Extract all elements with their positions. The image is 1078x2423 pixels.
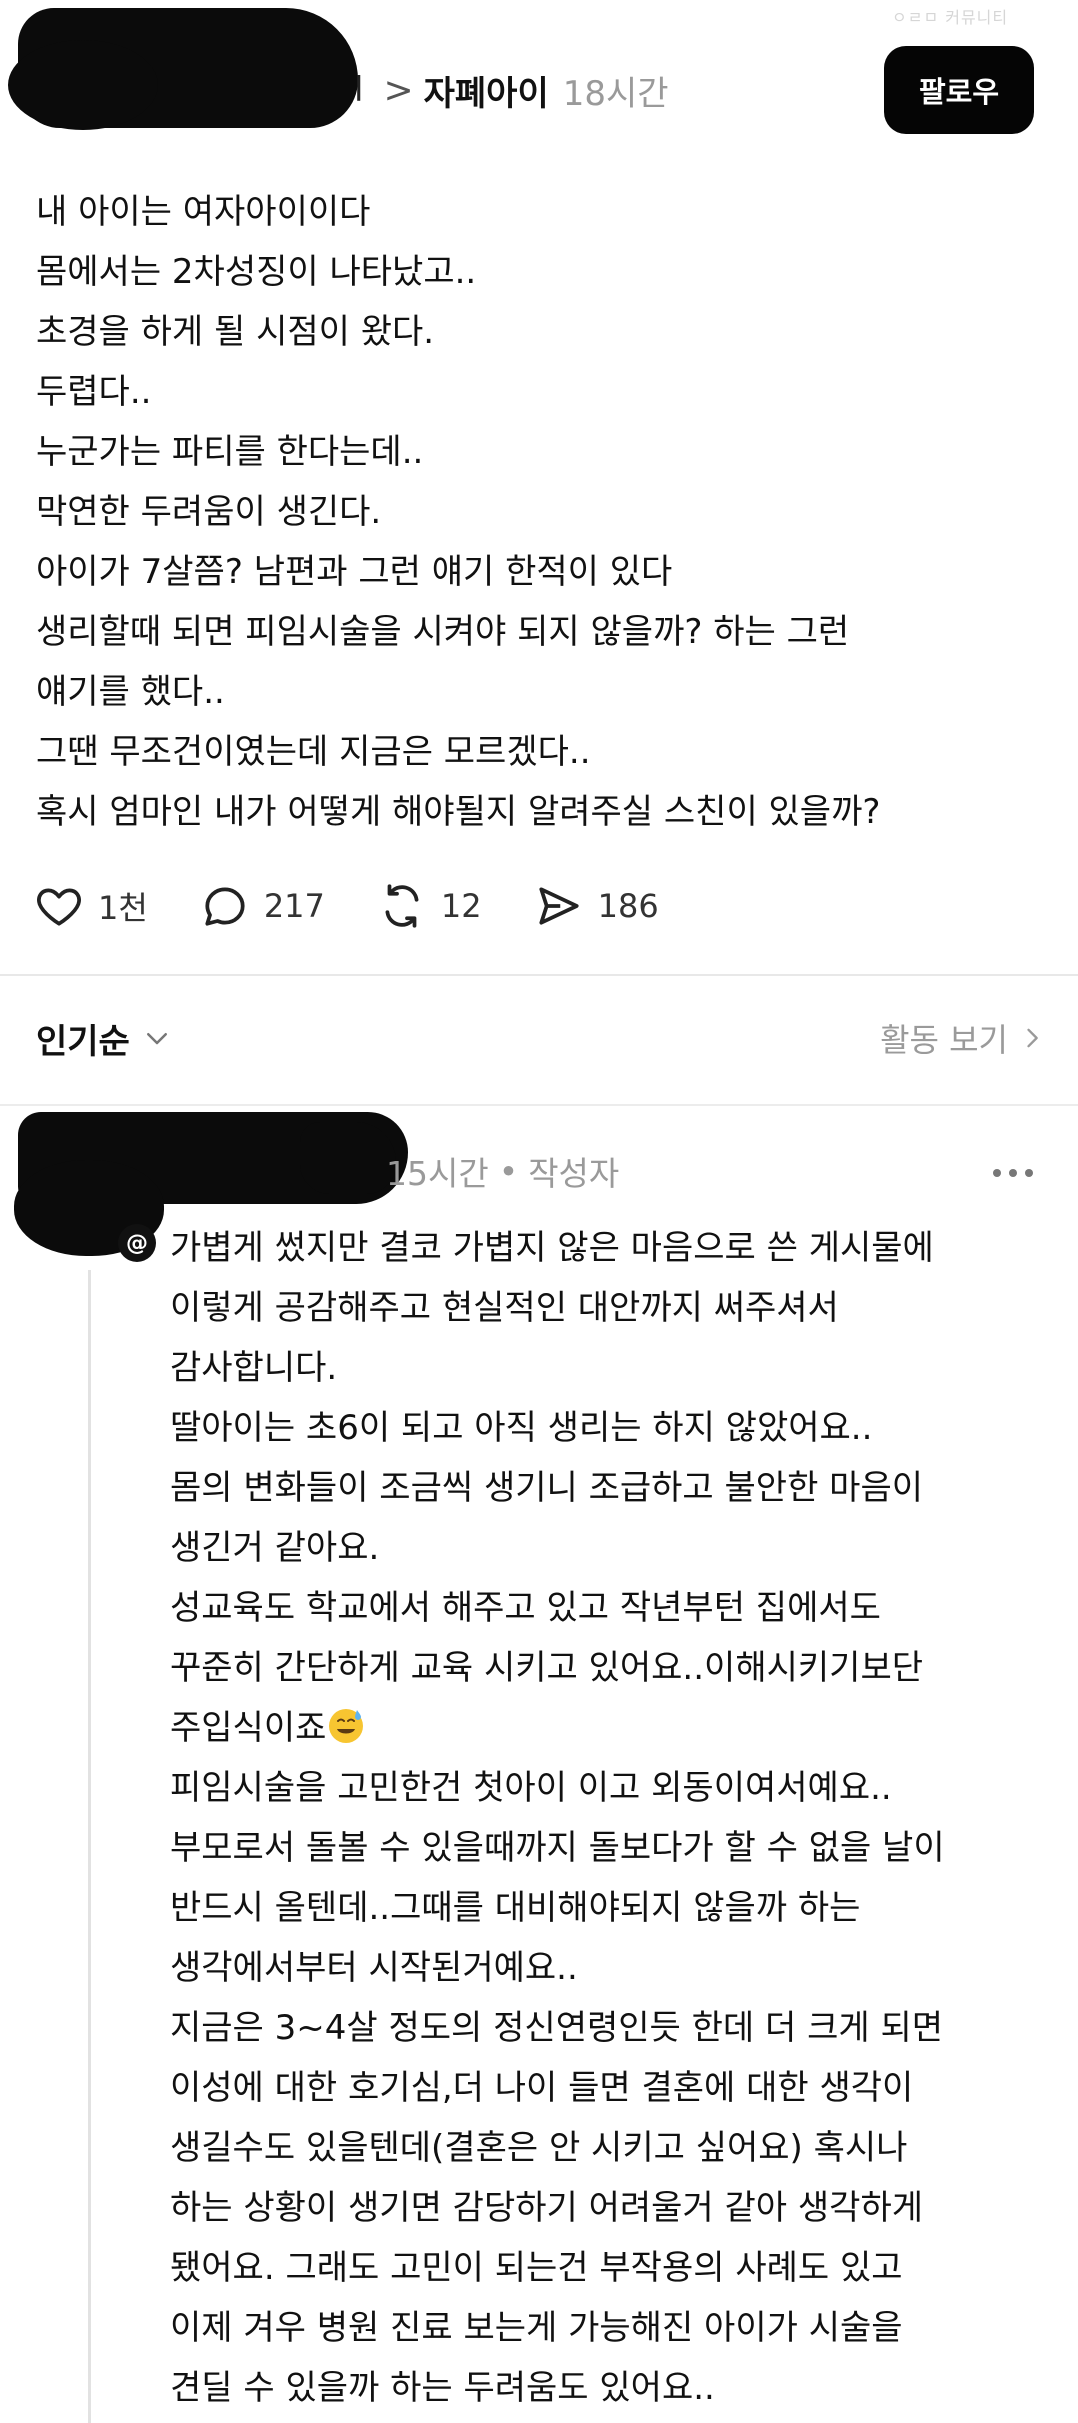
reply-line: 감사합니다. <box>170 1348 338 1388</box>
repost-count: 12 <box>440 887 482 925</box>
reply-line: 성교육도 학교에서 해주고 있고 작년부턴 집에서도 <box>170 1588 881 1628</box>
reply-line: 주입식이죠 <box>170 1708 327 1748</box>
post-time: 18시간 <box>562 73 669 114</box>
post-line: 막연한 두려움이 생긴다. <box>36 492 382 532</box>
post-header: l > 자폐아이 18시간 <box>354 60 669 120</box>
chevron-down-icon[interactable] <box>142 1023 172 1053</box>
activity-label: 활동 보기 <box>880 1021 1008 1059</box>
post-line: 누군가는 파티를 한다는데.. <box>36 432 424 472</box>
reply-line: 반드시 올텐데..그때를 대비해야되지 않을까 하는 <box>170 1888 861 1928</box>
reply-line: 피임시술을 고민한건 첫아이 이고 외동이여서예요.. <box>170 1768 892 1808</box>
like-button[interactable]: 1천 <box>34 881 148 931</box>
post-line: 얘기를 했다.. <box>36 672 225 712</box>
reply-line: 하는 상황이 생기면 감당하기 어려울거 같아 생각하게 <box>170 2188 924 2228</box>
sweat-smile-emoji-icon <box>329 1709 364 1743</box>
more-options-icon[interactable] <box>988 1160 1038 1186</box>
reply-meta: 15시간 • 작성자 <box>386 1146 619 1196</box>
reply-line: 생긴거 같아요. <box>170 1528 380 1568</box>
threads-logo-icon: @ <box>118 1224 156 1262</box>
post-line: 아이가 7살쯤? 남편과 그런 얘기 한적이 있다 <box>36 552 673 592</box>
community-name[interactable]: 자폐아이 <box>424 66 549 115</box>
post-line: 내 아이는 여자아이이다 <box>36 192 371 232</box>
meta-separator: • <box>498 1151 519 1191</box>
activity-link[interactable]: 활동 보기 <box>880 1015 1046 1061</box>
reply-line: 생길수도 있을텐데(결혼은 안 시키고 싶어요) 혹시나 <box>170 2128 908 2168</box>
comment-bubble-icon <box>205 887 245 926</box>
author-badge: 작성자 <box>528 1154 620 1193</box>
chevron-right-icon <box>1027 1028 1038 1048</box>
reply-line: 부모로서 돌볼 수 있을때까지 돌보다가 할 수 없을 날이 <box>170 1828 945 1868</box>
post-line: 몸에서는 2차성징이 나타났고.. <box>36 252 477 292</box>
reply-line: 딸아이는 초6이 되고 아직 생리는 하지 않았어요.. <box>170 1408 873 1448</box>
follow-button[interactable]: 팔로우 <box>884 46 1034 134</box>
post-actions: 1천 217 12 186 <box>34 876 711 936</box>
post-line: 생리할때 되면 피임시술을 시켜야 되지 않을까? 하는 그런 <box>36 612 850 652</box>
repost-icon <box>385 884 419 928</box>
share-count: 186 <box>597 887 659 925</box>
reply-line: 견딜 수 있을까 하는 두려움도 있어요.. <box>170 2368 715 2408</box>
post-line: 그땐 무조건이였는데 지금은 모르겠다.. <box>36 732 591 772</box>
reply-line: 생각에서부터 시작된거예요.. <box>170 1948 578 1988</box>
thread-line <box>88 1270 91 2423</box>
heart-icon <box>37 888 81 926</box>
redacted-author-avatar-part <box>8 40 158 130</box>
reply-line: 됐어요. 그래도 고민이 되는건 부작용의 사례도 있고 <box>170 2248 903 2288</box>
reply-line: 지금은 3~4살 정도의 정신연령인듯 한데 더 크게 되면 <box>170 2008 944 2048</box>
reply-line: 몸의 변화들이 조금씩 생기니 조급하고 불안한 마음이 <box>170 1468 924 1508</box>
like-count: 1천 <box>98 889 148 927</box>
reply-line-with-emoji: 주입식이죠 <box>170 1698 1070 1758</box>
reply-body: 가볍게 썼지만 결코 가볍지 않은 마음으로 쓴 게시물에 이렇게 공감해주고 … <box>170 1218 1070 2418</box>
reply-line: 이제 겨우 병원 진료 보는게 가능해진 아이가 시술을 <box>170 2308 903 2348</box>
comment-button[interactable]: 217 <box>200 881 325 931</box>
share-button[interactable]: 186 <box>534 881 659 931</box>
reply-line: 가볍게 썼지만 결코 가볍지 않은 마음으로 쓴 게시물에 <box>170 1228 934 1268</box>
reply-line: 이렇게 공감해주고 현실적인 대안까지 써주셔서 <box>170 1288 839 1328</box>
chevron-right-icon: > <box>383 69 414 111</box>
send-icon <box>539 887 579 925</box>
divider <box>0 974 1078 976</box>
post-body: 내 아이는 여자아이이다 몸에서는 2차성징이 나타났고.. 초경을 하게 될 … <box>36 182 1056 842</box>
post-line: 혹시 엄마인 내가 어떻게 해야될지 알려주실 스친이 있을까? <box>36 792 881 832</box>
redacted-reply-name <box>300 1122 396 1194</box>
comment-count: 217 <box>263 887 325 925</box>
reply-line: 꾸준히 간단하게 교육 시키고 있어요..이해시키기보단 <box>170 1648 924 1688</box>
sort-bar: 인기순 활동 보기 <box>36 1008 1046 1068</box>
post-line: 두렵다.. <box>36 372 152 412</box>
sort-dropdown[interactable]: 인기순 <box>36 1014 130 1063</box>
watermark: ㅇㄹㅁ 커뮤니티 <box>892 8 1009 27</box>
divider <box>0 1104 1078 1106</box>
repost-button[interactable]: 12 <box>377 881 482 931</box>
post-line: 초경을 하게 될 시점이 왔다. <box>36 312 435 352</box>
author-name-fragment[interactable]: l <box>354 70 363 110</box>
reply-line: 이성에 대한 호기심,더 나이 들면 결혼에 대한 생각이 <box>170 2068 914 2108</box>
reply-time: 15시간 <box>386 1154 489 1193</box>
